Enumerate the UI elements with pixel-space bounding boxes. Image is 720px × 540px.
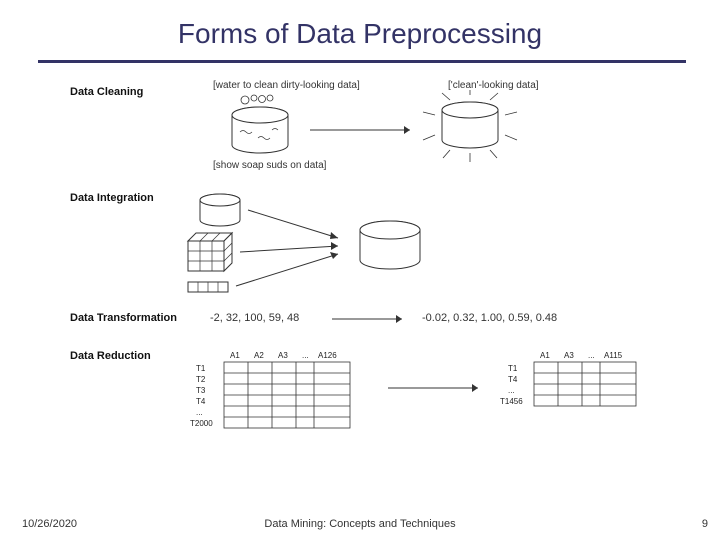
svg-text:T1: T1 [196,364,206,373]
svg-text:T3: T3 [196,386,206,395]
footer-date: 10/26/2020 [22,518,77,530]
integration-diagram [180,188,500,298]
page-title: Forms of Data Preprocessing [0,0,720,60]
svg-text:T2000: T2000 [190,419,213,428]
title-underline [38,60,686,63]
footer-page-number: 9 [702,518,708,530]
svg-text:...: ... [302,351,309,360]
svg-text:...: ... [196,408,203,417]
svg-text:...: ... [508,386,515,395]
svg-text:...: ... [588,351,595,360]
transformation-output: -0.02, 0.32, 1.00, 0.59, 0.48 [422,312,557,324]
label-data-integration: Data Integration [70,192,154,204]
label-data-cleaning: Data Cleaning [70,86,143,98]
svg-text:A126: A126 [318,351,337,360]
svg-text:T1456: T1456 [500,397,523,406]
diagram-area: Data Cleaning Data Integration Data Tran… [70,80,670,480]
transformation-arrow [332,312,412,326]
svg-text:A3: A3 [278,351,288,360]
cleaning-diagram [200,90,560,180]
label-data-reduction: Data Reduction [70,350,151,362]
svg-text:A1: A1 [230,351,240,360]
svg-text:T1: T1 [508,364,518,373]
svg-text:T4: T4 [196,397,206,406]
svg-text:T2: T2 [196,375,206,384]
footer-center: Data Mining: Concepts and Techniques [264,518,455,530]
svg-text:T4: T4 [508,375,518,384]
reduction-diagram: A1 A2 A3 ... A126 T1 T2 T3 T4 ... T2000 … [188,348,668,448]
label-data-transformation: Data Transformation [70,312,177,324]
svg-text:A2: A2 [254,351,264,360]
transformation-input: -2, 32, 100, 59, 48 [210,312,299,324]
svg-text:A1: A1 [540,351,550,360]
svg-text:A3: A3 [564,351,574,360]
svg-text:A115: A115 [604,351,623,360]
